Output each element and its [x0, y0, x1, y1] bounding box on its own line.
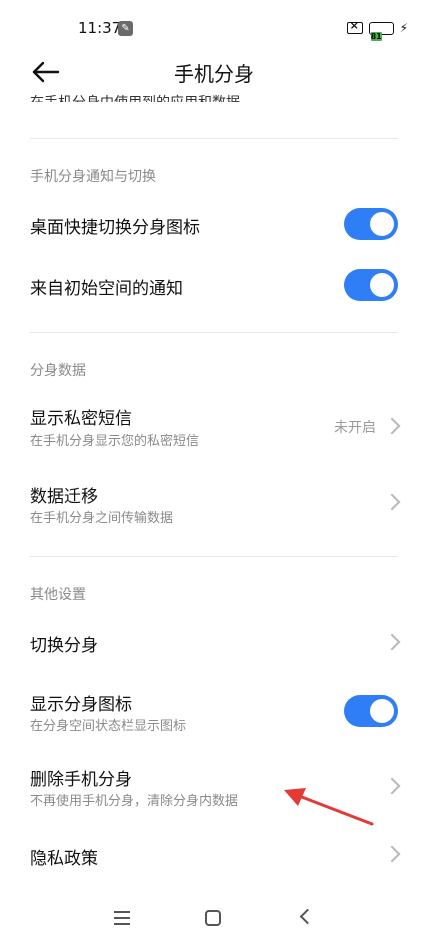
charging-icon: ⚡: [399, 21, 408, 35]
row-data-migration[interactable]: 数据迁移 在手机分身之间传输数据: [0, 472, 428, 538]
row-subtitle: 在手机分身显示您的私密短信: [30, 434, 200, 449]
section-title-notify: 手机分身通知与切换: [30, 169, 156, 185]
chevron-right-icon: [383, 633, 401, 651]
row-origin-notify[interactable]: 来自初始空间的通知: [0, 255, 428, 315]
status-time: 11:37: [78, 19, 122, 37]
chevron-right-icon: [383, 777, 401, 795]
toggle-knob: [370, 212, 394, 236]
row-title: 隐私政策: [30, 849, 98, 869]
desktop-shortcut-toggle[interactable]: [344, 208, 398, 240]
row-privacy-policy[interactable]: 隐私政策: [0, 826, 428, 884]
wrench-icon: ✎: [118, 21, 133, 36]
row-show-icon[interactable]: 显示分身图标 在分身空间状态栏显示图标: [0, 680, 428, 746]
toggle-knob: [370, 273, 394, 297]
nav-back-button[interactable]: [299, 908, 316, 925]
row-subtitle: 在手机分身之间传输数据: [30, 511, 174, 526]
divider: [30, 138, 398, 139]
divider: [30, 332, 398, 333]
recents-button[interactable]: [114, 911, 130, 925]
status-icons: 81 ⚡: [346, 19, 408, 41]
row-title: 来自初始空间的通知: [30, 279, 183, 299]
row-value: 未开启: [334, 420, 376, 436]
chevron-right-icon: [383, 417, 401, 435]
show-icon-toggle[interactable]: [344, 695, 398, 727]
row-title: 切换分身: [30, 636, 98, 656]
battery-level: 81: [370, 31, 382, 41]
chevron-right-icon: [383, 845, 401, 863]
scrolled-description: 在手机分身中使用到的应用和数据: [30, 88, 290, 102]
divider: [30, 556, 398, 557]
row-title: 删除手机分身: [30, 770, 132, 790]
row-subtitle: 在分身空间状态栏显示图标: [30, 719, 187, 734]
toggle-knob: [370, 699, 394, 723]
no-sim-icon: [346, 19, 363, 34]
section-title-data: 分身数据: [30, 363, 86, 379]
row-title: 桌面快捷切换分身图标: [30, 218, 200, 238]
page-title: 手机分身: [174, 62, 254, 86]
annotation-arrow-icon: [284, 788, 374, 826]
row-switch-space[interactable]: 切换分身: [0, 612, 428, 672]
row-desktop-shortcut[interactable]: 桌面快捷切换分身图标: [0, 195, 428, 253]
origin-notify-toggle[interactable]: [344, 269, 398, 301]
row-title: 显示私密短信: [30, 409, 132, 429]
row-title: 显示分身图标: [30, 695, 132, 715]
chevron-right-icon: [383, 493, 401, 511]
system-nav-bar: [0, 891, 428, 951]
section-title-other: 其他设置: [30, 587, 86, 603]
row-title: 数据迁移: [30, 487, 98, 507]
row-private-sms[interactable]: 显示私密短信 在手机分身显示您的私密短信 未开启: [0, 392, 428, 458]
row-subtitle: 不再使用手机分身，清除分身内数据: [30, 794, 239, 809]
battery-icon: 81: [368, 21, 394, 41]
home-button[interactable]: [205, 910, 221, 926]
